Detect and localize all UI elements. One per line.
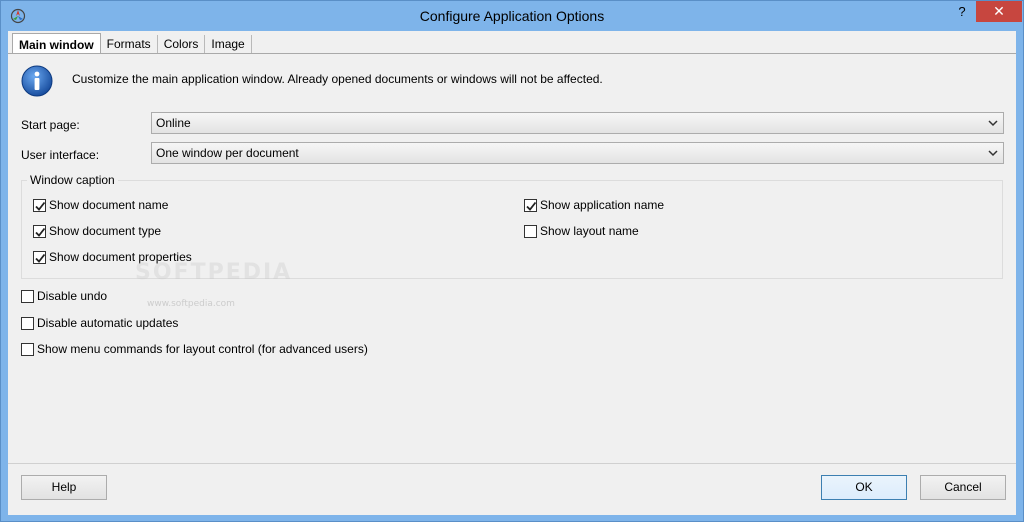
tab-image[interactable]: Image bbox=[205, 35, 252, 54]
info-message: Customize the main application window. A… bbox=[72, 72, 603, 86]
chevron-down-icon bbox=[986, 143, 1000, 163]
checkbox-checked-icon bbox=[33, 198, 46, 212]
softpedia-watermark: SOFTPEDIA bbox=[135, 260, 293, 285]
start-page-label: Start page: bbox=[21, 118, 80, 132]
show-document-name-checkbox[interactable]: Show document name bbox=[33, 197, 168, 213]
close-button[interactable]: ✕ bbox=[976, 1, 1022, 22]
user-interface-label: User interface: bbox=[21, 148, 100, 162]
tab-formats[interactable]: Formats bbox=[101, 35, 158, 54]
info-icon bbox=[21, 65, 53, 97]
tab-main-window[interactable]: Main window bbox=[12, 33, 101, 54]
dialog-client: Main window Formats Colors Image Customi… bbox=[8, 31, 1016, 515]
main-window-panel: Customize the main application window. A… bbox=[8, 53, 1016, 463]
show-application-name-checkbox[interactable]: Show application name bbox=[524, 197, 664, 213]
ok-button[interactable]: OK bbox=[821, 475, 907, 500]
disable-undo-label: Disable undo bbox=[37, 289, 108, 303]
checkbox-checked-icon bbox=[33, 224, 46, 238]
help-button[interactable]: Help bbox=[21, 475, 107, 500]
chevron-down-icon bbox=[986, 113, 1000, 133]
tab-strip: Main window Formats Colors Image bbox=[12, 33, 252, 54]
checkbox-checked-icon bbox=[524, 198, 537, 212]
show-application-name-label: Show application name bbox=[540, 198, 665, 212]
checkbox-unchecked-icon bbox=[21, 316, 34, 330]
disable-automatic-updates-label: Disable automatic updates bbox=[37, 316, 179, 330]
cancel-button[interactable]: Cancel bbox=[920, 475, 1006, 500]
show-layout-name-checkbox[interactable]: Show layout name bbox=[524, 223, 639, 239]
checkbox-unchecked-icon bbox=[524, 224, 537, 238]
window-caption-title: Window caption bbox=[27, 173, 118, 187]
show-document-type-checkbox[interactable]: Show document type bbox=[33, 223, 161, 239]
disable-undo-checkbox[interactable]: Disable undo bbox=[21, 288, 107, 304]
start-page-select[interactable]: Online bbox=[151, 112, 1004, 134]
dialog-window: Configure Application Options ? ✕ Main w… bbox=[0, 0, 1024, 522]
user-interface-select[interactable]: One window per document bbox=[151, 142, 1004, 164]
footer-divider bbox=[8, 463, 1016, 464]
show-layout-name-label: Show layout name bbox=[540, 224, 639, 238]
show-menu-commands-label: Show menu commands for layout control (f… bbox=[37, 342, 368, 356]
show-menu-commands-checkbox[interactable]: Show menu commands for layout control (f… bbox=[21, 341, 368, 357]
show-document-name-label: Show document name bbox=[49, 198, 169, 212]
window-title: Configure Application Options bbox=[419, 8, 605, 24]
checkbox-unchecked-icon bbox=[21, 289, 34, 303]
user-interface-value: One window per document bbox=[156, 146, 299, 160]
disable-automatic-updates-checkbox[interactable]: Disable automatic updates bbox=[21, 315, 178, 331]
checkbox-unchecked-icon bbox=[21, 342, 34, 356]
start-page-value: Online bbox=[156, 116, 191, 130]
softpedia-watermark-url: www.softpedia.com bbox=[147, 299, 235, 309]
tab-colors[interactable]: Colors bbox=[158, 35, 206, 54]
title-bar[interactable]: Configure Application Options ? ✕ bbox=[1, 1, 1023, 31]
help-title-button[interactable]: ? bbox=[949, 1, 975, 22]
show-document-type-label: Show document type bbox=[49, 224, 162, 238]
checkbox-checked-icon bbox=[33, 250, 46, 264]
